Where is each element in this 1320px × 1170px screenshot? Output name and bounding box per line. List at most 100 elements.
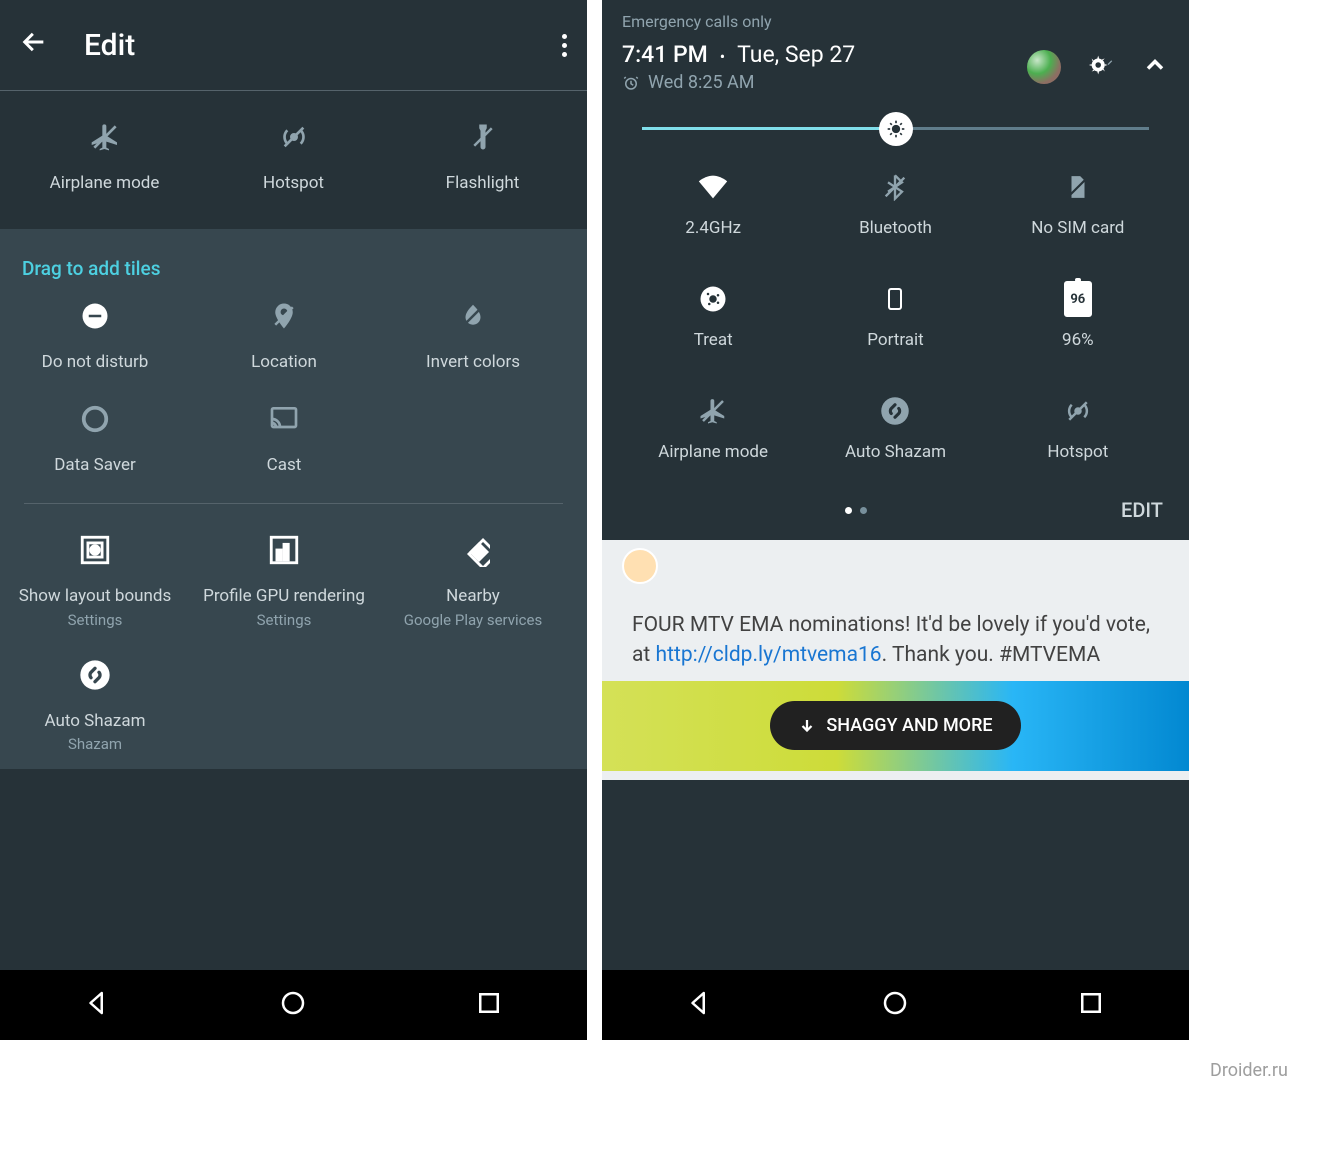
- watermark-text: Droider.ru: [1210, 1060, 1310, 1085]
- tile-label: Data Saver: [54, 455, 136, 475]
- status-text: Emergency calls only: [602, 0, 1189, 31]
- tile-dnd[interactable]: Do not disturb: [10, 298, 180, 372]
- tile-datasaver[interactable]: Data Saver: [10, 401, 180, 475]
- layout-bounds-icon: [77, 532, 113, 568]
- thirdparty-tiles: Show layout bounds Settings Profile GPU …: [0, 516, 587, 769]
- tile-layout-bounds[interactable]: Show layout bounds Settings: [10, 532, 180, 628]
- tile-portrait[interactable]: Portrait: [804, 282, 986, 350]
- tile-label: Bluetooth: [859, 218, 932, 238]
- tile-auto-shazam[interactable]: Auto Shazam Shazam: [10, 657, 180, 753]
- brightness-thumb-icon[interactable]: [879, 112, 913, 146]
- edit-header: Edit: [0, 0, 587, 90]
- back-icon[interactable]: [20, 28, 60, 63]
- bluetooth-icon: [881, 170, 909, 204]
- tile-airplane[interactable]: Airplane mode: [20, 119, 190, 193]
- pager-dots[interactable]: [845, 507, 867, 514]
- pill-label: SHAGGY AND MORE: [826, 715, 992, 736]
- tile-sublabel: Google Play services: [404, 611, 542, 629]
- qs-header: 7:41 PM • Tue, Sep 27 Wed 8:25 AM: [602, 31, 1189, 103]
- settings-wrench-icon[interactable]: [1087, 51, 1115, 83]
- cast-icon: [266, 401, 302, 437]
- tile-label: Airplane mode: [658, 442, 768, 462]
- media-strip: SHAGGY AND MORE: [602, 681, 1189, 771]
- tile-sublabel: Settings: [257, 611, 312, 629]
- tile-label: Hotspot: [263, 173, 324, 193]
- portrait-icon: [883, 282, 907, 316]
- phone-edit-screen: Edit Airplane mode Hotspot Flashlight Dr…: [0, 0, 587, 1040]
- tile-sim[interactable]: No SIM card: [987, 170, 1169, 238]
- tile-flashlight[interactable]: Flashlight: [398, 119, 568, 193]
- nav-recents-icon[interactable]: [474, 988, 504, 1022]
- shazam-icon: [77, 657, 113, 693]
- tile-label: Treat: [694, 330, 733, 350]
- tile-sublabel: Shazam: [68, 735, 122, 753]
- tile-label: Auto Shazam: [845, 442, 946, 462]
- dnd-icon: [77, 298, 113, 334]
- edit-button[interactable]: EDIT: [1121, 498, 1163, 522]
- nav-bar: [602, 970, 1189, 1040]
- nav-home-icon[interactable]: [278, 988, 308, 1022]
- hotspot-icon: [1063, 394, 1093, 428]
- tile-hotspot[interactable]: Hotspot: [209, 119, 379, 193]
- tile-hotspot-qs[interactable]: Hotspot: [987, 394, 1169, 462]
- qs-tiles: 2.4GHz Bluetooth No SIM card Treat Portr…: [602, 164, 1189, 472]
- pill-button[interactable]: SHAGGY AND MORE: [770, 701, 1020, 750]
- page-title: Edit: [84, 28, 135, 63]
- wifi-icon: [696, 170, 730, 204]
- tile-label: Invert colors: [426, 352, 520, 372]
- drag-title: Drag to add tiles: [0, 257, 587, 282]
- tile-auto-shazam-qs[interactable]: Auto Shazam: [804, 394, 986, 462]
- tweet-link[interactable]: http://cldp.ly/mtvema16: [656, 643, 882, 667]
- tile-label: Profile GPU rendering: [203, 586, 365, 606]
- alarm-row[interactable]: Wed 8:25 AM: [622, 72, 855, 93]
- tile-nearby[interactable]: Nearby Google Play services: [388, 532, 558, 628]
- overflow-icon[interactable]: [562, 34, 567, 57]
- nav-bar: [0, 970, 587, 1040]
- tile-wifi[interactable]: 2.4GHz: [622, 170, 804, 238]
- tile-label: Location: [251, 352, 317, 372]
- tile-gpu-profile[interactable]: Profile GPU rendering Settings: [199, 532, 369, 628]
- tile-battery[interactable]: 96 96%: [987, 282, 1169, 350]
- phone-quick-settings: Emergency calls only 7:41 PM • Tue, Sep …: [602, 0, 1189, 1040]
- nearby-icon: [455, 532, 491, 568]
- alarm-text: Wed 8:25 AM: [648, 72, 755, 93]
- date-text: Tue, Sep 27: [737, 41, 855, 68]
- sim-icon: [1065, 170, 1091, 204]
- brightness-slider[interactable]: [602, 103, 1189, 164]
- tile-label: Portrait: [867, 330, 923, 350]
- tile-label: 96%: [1062, 330, 1094, 350]
- tile-label: Auto Shazam: [45, 711, 146, 731]
- nav-recents-icon[interactable]: [1076, 988, 1106, 1022]
- datasaver-icon: [77, 401, 113, 437]
- tile-invert[interactable]: Invert colors: [388, 298, 558, 372]
- tile-airplane-qs[interactable]: Airplane mode: [622, 394, 804, 462]
- available-tiles: Do not disturb Location Invert colors Da…: [0, 282, 587, 491]
- tile-label: Do not disturb: [42, 352, 149, 372]
- collapse-chevron-icon[interactable]: [1141, 51, 1169, 83]
- airplane-icon: [698, 394, 728, 428]
- tile-label: Show layout bounds: [19, 586, 172, 606]
- tweet-text: FOUR MTV EMA nominations! It'd be lovely…: [602, 592, 1189, 681]
- tile-cast[interactable]: Cast: [199, 401, 369, 475]
- tile-location[interactable]: Location: [199, 298, 369, 372]
- tile-bluetooth[interactable]: Bluetooth: [804, 170, 986, 238]
- tile-label: 2.4GHz: [685, 218, 741, 238]
- tile-label: Airplane mode: [50, 173, 160, 193]
- nav-home-icon[interactable]: [880, 988, 910, 1022]
- flashlight-icon: [465, 119, 501, 155]
- gpu-profile-icon: [266, 532, 302, 568]
- current-tiles-row: Airplane mode Hotspot Flashlight: [0, 91, 587, 229]
- airplane-icon: [87, 119, 123, 155]
- nav-back-icon[interactable]: [83, 988, 113, 1022]
- nav-back-icon[interactable]: [685, 988, 715, 1022]
- tile-label: Flashlight: [446, 173, 520, 193]
- tile-sublabel: Settings: [68, 611, 123, 629]
- user-avatar[interactable]: [1027, 50, 1061, 84]
- battery-icon: 96: [1064, 282, 1092, 316]
- tile-label: Nearby: [446, 586, 500, 606]
- tile-treat[interactable]: Treat: [622, 282, 804, 350]
- drag-section: Drag to add tiles Do not disturb Locatio…: [0, 229, 587, 769]
- donut-icon: [698, 282, 728, 316]
- hotspot-icon: [276, 119, 312, 155]
- tile-label: Hotspot: [1047, 442, 1108, 462]
